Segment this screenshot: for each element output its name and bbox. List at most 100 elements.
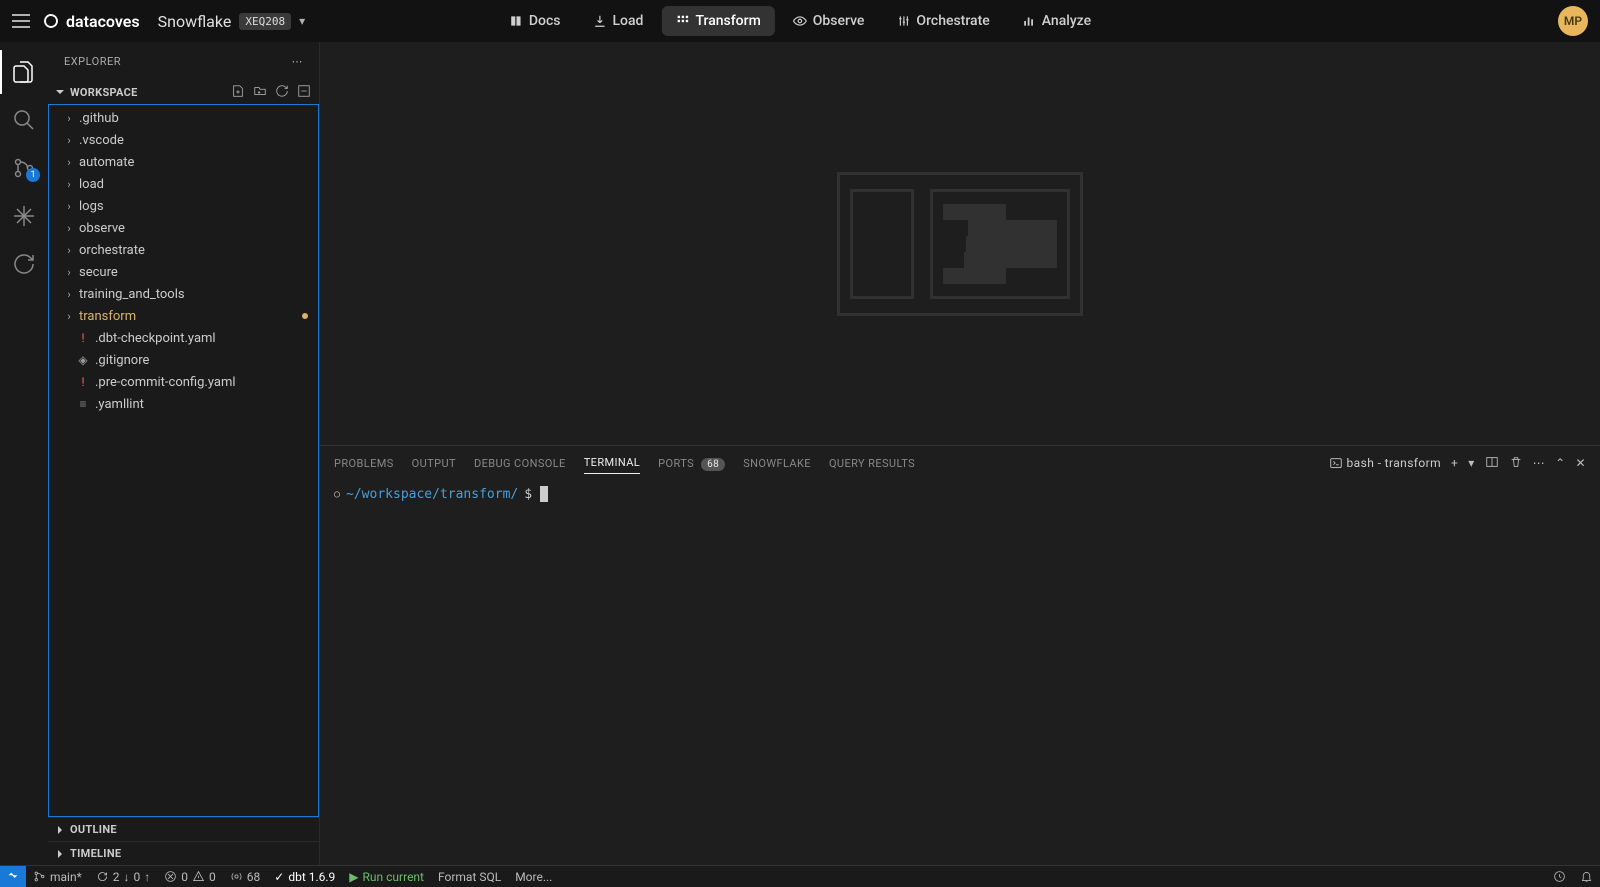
folder-item[interactable]: ›observe bbox=[49, 217, 318, 239]
folder-item[interactable]: ›orchestrate bbox=[49, 239, 318, 261]
outline-section-header[interactable]: OUTLINE bbox=[48, 817, 319, 841]
modified-dot-icon bbox=[302, 313, 308, 319]
folder-item[interactable]: ›.vscode bbox=[49, 129, 318, 151]
activity-source-control[interactable]: 1 bbox=[0, 146, 48, 190]
nav-label: Orchestrate bbox=[916, 13, 989, 29]
folder-item[interactable]: ›load bbox=[49, 173, 318, 195]
nav-observe[interactable]: Observe bbox=[779, 6, 879, 36]
new-terminal-icon[interactable]: + bbox=[1451, 456, 1458, 470]
top-bar: datacoves Snowflake XEQ208 ▾ Docs Load T… bbox=[0, 0, 1600, 42]
more-icon[interactable]: ⋯ bbox=[292, 55, 304, 68]
nav-docs[interactable]: Docs bbox=[495, 6, 575, 36]
terminal-cursor bbox=[540, 486, 548, 502]
panel-more-icon[interactable]: ⋯ bbox=[1533, 456, 1545, 470]
bottom-panel: PROBLEMS OUTPUT DEBUG CONSOLE TERMINAL P… bbox=[320, 445, 1600, 865]
folder-item[interactable]: ›automate bbox=[49, 151, 318, 173]
run-current-button[interactable]: ▶ Run current bbox=[342, 866, 431, 887]
maximize-panel-icon[interactable]: ⌃ bbox=[1555, 456, 1565, 470]
chevron-down-icon[interactable]: ▾ bbox=[299, 14, 305, 28]
sync-status[interactable]: 2↓ 0↑ bbox=[89, 866, 158, 887]
split-terminal-icon[interactable] bbox=[1485, 455, 1499, 472]
terminal-path: ~/workspace/transform/ bbox=[346, 487, 518, 502]
yaml-icon: ! bbox=[75, 375, 91, 389]
remote-indicator[interactable] bbox=[0, 866, 26, 887]
nav-label: Observe bbox=[813, 13, 865, 29]
nav-analyze[interactable]: Analyze bbox=[1008, 6, 1105, 36]
timeline-section-header[interactable]: TIMELINE bbox=[48, 841, 319, 865]
warning-icon bbox=[192, 870, 205, 883]
tab-snowflake[interactable]: SNOWFLAKE bbox=[743, 453, 811, 474]
close-panel-icon[interactable]: ✕ bbox=[1576, 456, 1586, 470]
folder-item[interactable]: ›logs bbox=[49, 195, 318, 217]
menu-icon[interactable] bbox=[12, 12, 30, 30]
remote-icon bbox=[6, 870, 20, 884]
error-icon bbox=[164, 870, 177, 883]
nav-load[interactable]: Load bbox=[578, 6, 657, 36]
dbt-status[interactable]: ✓ dbt 1.6.9 bbox=[267, 866, 342, 887]
tab-query-results[interactable]: QUERY RESULTS bbox=[829, 453, 915, 474]
tab-terminal[interactable]: TERMINAL bbox=[584, 452, 640, 474]
activity-search[interactable] bbox=[0, 98, 48, 142]
terminal-dropdown-icon[interactable]: ▾ bbox=[1468, 456, 1474, 470]
brand-text: datacoves bbox=[66, 12, 140, 31]
terminal-body[interactable]: ○ ~/workspace/transform/ $ bbox=[320, 480, 1600, 865]
new-file-icon[interactable] bbox=[229, 82, 247, 103]
folder-item[interactable]: ›secure bbox=[49, 261, 318, 283]
activity-refresh[interactable] bbox=[0, 242, 48, 286]
activity-snowflake[interactable] bbox=[0, 194, 48, 238]
check-icon: ✓ bbox=[274, 870, 284, 884]
workspace-section-header[interactable]: WORKSPACE bbox=[48, 80, 319, 104]
nav-label: Analyze bbox=[1042, 13, 1091, 29]
tab-debug-console[interactable]: DEBUG CONSOLE bbox=[474, 453, 566, 474]
collapse-icon[interactable] bbox=[295, 82, 313, 103]
play-icon: ▶ bbox=[349, 870, 358, 884]
terminal-shell-label[interactable]: bash - transform bbox=[1329, 456, 1441, 470]
branch-status[interactable]: main* bbox=[26, 866, 89, 887]
file-item[interactable]: ◈.gitignore bbox=[49, 349, 318, 371]
nav-transform[interactable]: Transform bbox=[661, 6, 774, 36]
prompt-marker-icon: ○ bbox=[334, 489, 340, 500]
folder-item[interactable]: ›training_and_tools bbox=[49, 283, 318, 305]
tab-output[interactable]: OUTPUT bbox=[412, 453, 456, 474]
status-bar: main* 2↓ 0↑ 0 0 68 ✓ dbt 1.6.9 ▶ Run cur… bbox=[0, 865, 1600, 887]
file-item[interactable]: !.dbt-checkpoint.yaml bbox=[49, 327, 318, 349]
editor-empty-state bbox=[320, 42, 1600, 445]
avatar[interactable]: MP bbox=[1558, 6, 1588, 36]
format-sql-button[interactable]: Format SQL bbox=[431, 866, 508, 887]
sidebar: EXPLORER ⋯ WORKSPACE ›.github ›.vscode ›… bbox=[48, 42, 320, 865]
chevron-right-icon bbox=[54, 848, 66, 860]
nav-label: Transform bbox=[695, 13, 760, 29]
branch-icon bbox=[33, 870, 46, 883]
radio-icon bbox=[230, 870, 243, 883]
empty-graphic-icon bbox=[837, 172, 1083, 316]
activity-explorer[interactable] bbox=[0, 50, 48, 94]
folder-item[interactable]: ›.github bbox=[49, 107, 318, 129]
refresh-icon[interactable] bbox=[273, 82, 291, 103]
kill-terminal-icon[interactable] bbox=[1509, 455, 1523, 472]
ports-status[interactable]: 68 bbox=[223, 866, 268, 887]
chevron-right-icon bbox=[54, 824, 66, 836]
top-nav: Docs Load Transform Observe Orchestrate … bbox=[495, 6, 1105, 36]
brand-logo[interactable]: datacoves bbox=[42, 12, 140, 31]
sidebar-title: EXPLORER bbox=[64, 55, 121, 68]
terminal-icon bbox=[1329, 456, 1343, 470]
file-tree: ›.github ›.vscode ›automate ›load ›logs … bbox=[48, 104, 319, 817]
folder-item-transform[interactable]: ›transform bbox=[49, 305, 318, 327]
project-badge: XEQ208 bbox=[239, 13, 291, 30]
editor-area: PROBLEMS OUTPUT DEBUG CONSOLE TERMINAL P… bbox=[320, 42, 1600, 865]
file-item[interactable]: !.pre-commit-config.yaml bbox=[49, 371, 318, 393]
nav-label: Load bbox=[612, 13, 643, 29]
sync-icon bbox=[96, 870, 109, 883]
git-icon: ◈ bbox=[75, 353, 91, 367]
history-icon[interactable] bbox=[1546, 866, 1573, 887]
tab-ports[interactable]: PORTS 68 bbox=[658, 453, 725, 474]
nav-orchestrate[interactable]: Orchestrate bbox=[882, 6, 1003, 36]
problems-status[interactable]: 0 0 bbox=[157, 866, 223, 887]
more-status-button[interactable]: More... bbox=[508, 866, 559, 887]
text-icon: ≡ bbox=[75, 397, 91, 411]
tab-problems[interactable]: PROBLEMS bbox=[334, 453, 394, 474]
new-folder-icon[interactable] bbox=[251, 82, 269, 103]
project-name: Snowflake bbox=[158, 12, 232, 31]
bell-icon[interactable] bbox=[1573, 866, 1600, 887]
file-item[interactable]: ≡.yamllint bbox=[49, 393, 318, 415]
